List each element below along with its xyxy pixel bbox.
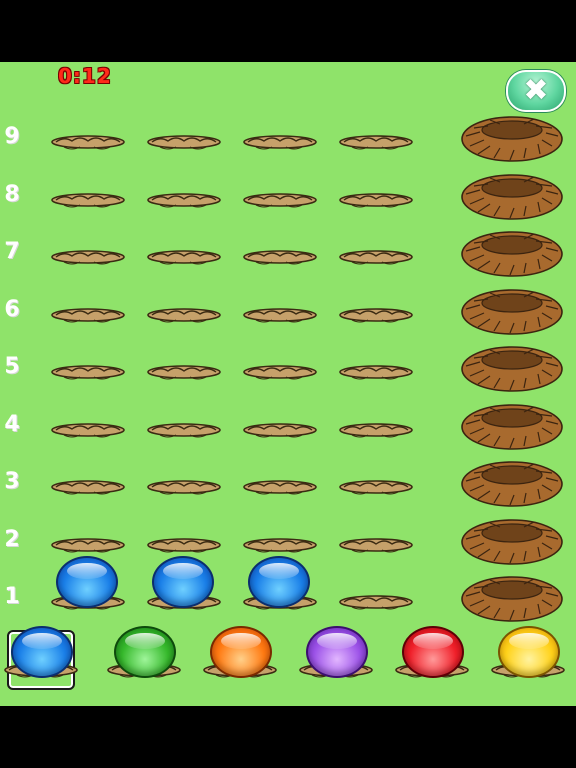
row-number: 8	[4, 182, 20, 207]
peg-hole[interactable]	[50, 130, 126, 152]
palette-red-button[interactable]	[392, 624, 472, 682]
peg-hole[interactable]	[242, 475, 318, 497]
feedback-nest	[460, 566, 564, 624]
close-x-icon: ✖	[523, 73, 549, 108]
peg-hole[interactable]	[50, 475, 126, 497]
feedback-nest	[460, 336, 564, 394]
red-marble	[402, 626, 464, 678]
purple-marble	[306, 626, 368, 678]
feedback-nest	[460, 509, 564, 567]
peg-hole[interactable]	[146, 533, 222, 555]
peg-hole[interactable]	[50, 303, 126, 325]
peg-hole[interactable]	[338, 360, 414, 382]
blue-marble[interactable]	[56, 556, 118, 608]
peg-hole[interactable]	[146, 475, 222, 497]
peg-hole[interactable]	[242, 245, 318, 267]
peg-hole[interactable]	[338, 533, 414, 555]
feedback-nest	[460, 279, 564, 337]
timer-display: 0:12	[58, 64, 112, 88]
row-number: 6	[4, 297, 20, 322]
peg-hole[interactable]	[50, 418, 126, 440]
peg-hole[interactable]	[242, 360, 318, 382]
peg-hole[interactable]	[50, 360, 126, 382]
peg-hole[interactable]	[338, 188, 414, 210]
palette-orange-button[interactable]	[200, 624, 280, 682]
peg-hole[interactable]	[242, 188, 318, 210]
peg-hole[interactable]	[242, 130, 318, 152]
peg-hole[interactable]	[242, 303, 318, 325]
peg-hole[interactable]	[146, 418, 222, 440]
peg-hole[interactable]	[338, 245, 414, 267]
row-number: 4	[4, 412, 20, 437]
peg-hole[interactable]	[50, 533, 126, 555]
peg-hole[interactable]	[242, 418, 318, 440]
feedback-nest	[460, 106, 564, 164]
palette-blue-button[interactable]	[4, 626, 78, 690]
blue-marble[interactable]	[152, 556, 214, 608]
palette-yellow-button[interactable]	[488, 624, 568, 682]
row-number: 1	[4, 584, 20, 609]
row-number: 2	[4, 527, 20, 552]
blue-marble[interactable]	[248, 556, 310, 608]
green-marble	[114, 626, 176, 678]
row-number: 9	[4, 124, 20, 149]
row-number: 3	[4, 469, 20, 494]
peg-hole[interactable]	[146, 130, 222, 152]
peg-hole[interactable]	[338, 590, 414, 612]
peg-hole[interactable]	[146, 303, 222, 325]
peg-hole[interactable]	[146, 245, 222, 267]
feedback-nest	[460, 221, 564, 279]
peg-hole[interactable]	[338, 475, 414, 497]
peg-hole[interactable]	[242, 533, 318, 555]
palette-green-button[interactable]	[104, 624, 184, 682]
blue-marble	[11, 626, 73, 678]
peg-hole[interactable]	[338, 130, 414, 152]
peg-hole[interactable]	[338, 303, 414, 325]
feedback-nest	[460, 451, 564, 509]
yellow-marble	[498, 626, 560, 678]
peg-hole[interactable]	[50, 245, 126, 267]
peg-hole[interactable]	[338, 418, 414, 440]
row-number: 7	[4, 239, 20, 264]
peg-hole[interactable]	[146, 360, 222, 382]
peg-hole[interactable]	[146, 188, 222, 210]
palette-purple-button[interactable]	[296, 624, 376, 682]
row-number: 5	[4, 354, 20, 379]
feedback-nest	[460, 394, 564, 452]
orange-marble	[210, 626, 272, 678]
feedback-nest	[460, 164, 564, 222]
peg-hole[interactable]	[50, 188, 126, 210]
